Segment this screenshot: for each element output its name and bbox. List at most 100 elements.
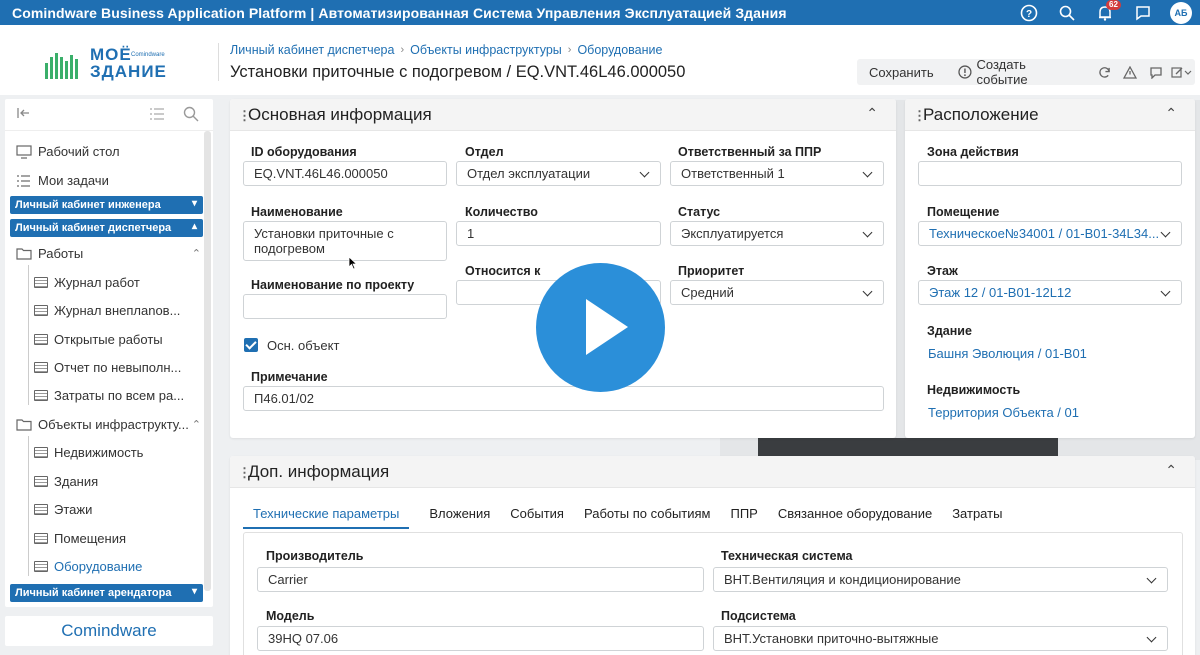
document-icon — [34, 362, 48, 373]
chevron-up-icon[interactable]: ⌃ — [1165, 105, 1177, 122]
floor-select[interactable]: Этаж 12 / 01-B01-12L12 — [918, 280, 1182, 305]
sidebar-group-dispatcher[interactable]: Личный кабинет диспетчера ▴ — [10, 219, 203, 237]
tab-costs[interactable]: Затраты — [952, 506, 1002, 529]
note-input[interactable]: П46.01/02 — [243, 386, 884, 411]
card-title: Доп. информация — [248, 462, 390, 481]
sidebar-item-buildings[interactable]: Здания — [34, 474, 98, 489]
warning-icon[interactable] — [1118, 65, 1144, 79]
page-title: Установки приточные с подогревом / EQ.VN… — [230, 63, 686, 81]
sidebar-item-equipment[interactable]: Оборудование — [34, 559, 142, 574]
building-link[interactable]: Башня Эволюция / 01-B01 — [928, 346, 1087, 361]
sidebar-item-costs[interactable]: Затраты по всем ра... — [34, 388, 184, 403]
bell-icon[interactable]: 62 — [1086, 0, 1124, 25]
sidebar-item-label: Отчет по невыполн... — [54, 360, 182, 375]
document-icon — [34, 277, 48, 288]
main-info-card: ⋮ Основная информация ⌃ ID оборудования … — [230, 99, 896, 438]
edit-dropdown-icon[interactable] — [1169, 66, 1195, 79]
extra-tabs: Технические параметры Вложения События Р… — [243, 506, 1022, 529]
tab-attachments[interactable]: Вложения — [429, 506, 490, 529]
department-select[interactable]: Отдел эксплуатации — [456, 161, 661, 186]
help-icon[interactable]: ? — [1010, 0, 1048, 25]
project-name-input[interactable] — [243, 294, 447, 319]
tab-ppr[interactable]: ППР — [730, 506, 757, 529]
background-shape — [758, 438, 1058, 456]
search-icon[interactable] — [1048, 0, 1086, 25]
location-card: ⋮ Расположение ⌃ Зона действия Помещение… — [905, 99, 1195, 438]
tech-system-select[interactable]: ВНТ.Вентиляция и кондиционирование — [713, 567, 1168, 592]
sidebar-scrollbar[interactable] — [204, 131, 211, 591]
create-event-button[interactable]: Создать событие — [946, 57, 1092, 87]
header-divider — [218, 43, 219, 81]
sidebar-item-desktop[interactable]: Рабочий стол — [16, 144, 120, 159]
chevron-right-icon: › — [567, 44, 572, 56]
sidebar-group-engineer[interactable]: Личный кабинет инженера ▾ — [10, 196, 203, 214]
responsible-select[interactable]: Ответственный 1 — [670, 161, 884, 186]
play-button[interactable] — [536, 263, 665, 392]
user-menu[interactable]: АБ — [1162, 0, 1200, 25]
zone-input[interactable] — [918, 161, 1182, 186]
collapse-sidebar-icon[interactable] — [17, 106, 31, 123]
status-select[interactable]: Эксплуатируется — [670, 221, 884, 246]
avatar: АБ — [1170, 1, 1192, 24]
name-label: Наименование — [251, 205, 343, 219]
document-icon — [34, 305, 48, 316]
sidebar-item-property[interactable]: Недвижимость — [34, 445, 143, 460]
subsystem-select[interactable]: ВНТ.Установки приточно-вытяжные — [713, 626, 1168, 651]
sidebar-item-work-log[interactable]: Журнал работ — [34, 275, 140, 290]
sidebar-item-label: Рабочий стол — [38, 144, 120, 159]
sidebar-item-floors[interactable]: Этажи — [34, 502, 92, 517]
floor-label: Этаж — [927, 264, 958, 278]
priority-select[interactable]: Средний — [670, 280, 884, 305]
save-label: Сохранить — [869, 64, 934, 80]
sidebar-item-infrastructure[interactable]: Объекты инфраструкту... ⌃ — [16, 417, 201, 432]
model-input[interactable]: 39HQ 07.06 — [257, 626, 704, 651]
sidebar-item-works[interactable]: Работы ⌃ — [16, 246, 201, 261]
list-icon[interactable] — [149, 107, 165, 124]
comment-icon[interactable] — [1143, 66, 1169, 79]
breadcrumb-item[interactable]: Оборудование — [577, 43, 662, 57]
breadcrumb-item[interactable]: Личный кабинет диспетчера — [230, 43, 394, 57]
group-label: Личный кабинет арендатора — [15, 587, 172, 599]
tab-tech-params[interactable]: Технические параметры — [243, 506, 410, 529]
chevron-up-icon: ▴ — [191, 221, 197, 232]
manufacturer-input[interactable]: Carrier — [257, 567, 704, 592]
main-object-checkbox[interactable] — [244, 338, 258, 352]
name-textarea[interactable]: Установки приточные с подогревом — [243, 221, 447, 261]
equipment-id-input[interactable]: EQ.VNT.46L46.000050 — [243, 161, 447, 186]
equipment-id-label: ID оборудования — [251, 145, 357, 159]
top-bar: Comindware Business Application Platform… — [0, 0, 1200, 25]
sidebar-item-label: Объекты инфраструкту... — [38, 417, 189, 432]
sidebar-item-tasks[interactable]: Мои задачи — [16, 173, 109, 188]
tab-related-equipment[interactable]: Связанное оборудование — [778, 506, 932, 529]
sidebar-item-label: Оборудование — [54, 559, 143, 574]
logo-line2: ЗДАНИЕ — [90, 62, 167, 81]
sidebar-item-open-works[interactable]: Открытые работы — [34, 332, 163, 347]
sidebar-group-tenant[interactable]: Личный кабинет арендатора ▾ — [10, 584, 203, 602]
sidebar: Рабочий стол Мои задачи Личный кабинет и… — [5, 99, 213, 607]
save-button[interactable]: Сохранить — [857, 59, 946, 85]
logo[interactable]: МОЁ Comindware ЗДАНИЕ — [45, 45, 175, 85]
refresh-icon[interactable] — [1092, 66, 1118, 79]
logo-bars-icon — [45, 53, 78, 79]
chevron-up-icon[interactable]: ⌃ — [1165, 462, 1177, 479]
sidebar-item-label: Этажи — [54, 502, 93, 517]
sidebar-item-label: Недвижимость — [54, 445, 144, 460]
tab-events[interactable]: События — [510, 506, 564, 529]
project-name-label: Наименование по проекту — [251, 278, 415, 292]
monitor-icon — [16, 144, 32, 159]
sidebar-item-rooms[interactable]: Помещения — [34, 531, 126, 546]
page-header: МОЁ Comindware ЗДАНИЕ Личный кабинет дис… — [0, 25, 1200, 95]
quantity-input[interactable]: 1 — [456, 221, 661, 246]
tab-event-works[interactable]: Работы по событиям — [584, 506, 711, 529]
sidebar-item-label: Затраты по всем ра... — [54, 388, 185, 403]
chevron-up-icon[interactable]: ⌃ — [866, 105, 878, 122]
property-link[interactable]: Территория Объекта / 01 — [928, 405, 1079, 420]
action-toolbar: Сохранить Создать событие — [857, 57, 1195, 87]
sidebar-item-failed-report[interactable]: Отчет по невыполн... — [34, 360, 181, 375]
card-header: ⋮ Основная информация ⌃ — [230, 99, 896, 131]
flag-icon[interactable] — [1124, 0, 1162, 25]
breadcrumb-item[interactable]: Объекты инфраструктуры — [410, 43, 562, 57]
sidebar-item-unplanned-log[interactable]: Журнал внеплanов... — [34, 303, 180, 318]
search-icon[interactable] — [183, 106, 199, 125]
room-select[interactable]: Техническое№34001 / 01-B01-34L34... — [918, 221, 1182, 246]
